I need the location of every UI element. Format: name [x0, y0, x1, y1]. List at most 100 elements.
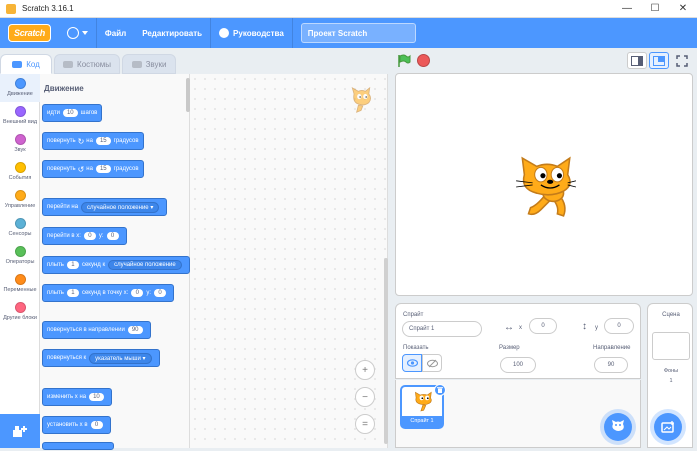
edit-menu[interactable]: Редактировать [134, 18, 210, 48]
normal-stage-button[interactable] [649, 52, 669, 69]
block-input[interactable]: 0 [90, 421, 103, 429]
minimize-button[interactable]: — [613, 0, 641, 18]
block-move-steps[interactable]: идти 10 шагов [42, 104, 103, 122]
project-title-input[interactable]: Проект Scratch [300, 23, 416, 43]
block-glide-xy[interactable]: плыть 1 секунд в точку x: 0 y: 0 [42, 284, 175, 302]
zoom-reset-button[interactable]: = [355, 414, 375, 434]
block-glide-to[interactable]: плыть 1 секунд к случайное положение [42, 256, 190, 274]
block-turn-right[interactable]: повернуть ↻ на 15 градусов [42, 132, 144, 150]
brush-icon [63, 60, 74, 68]
block-set-x[interactable]: установить x в 0 [42, 416, 111, 434]
small-stage-button[interactable] [627, 52, 647, 69]
green-flag-icon [398, 54, 411, 67]
block-input[interactable]: 1 [66, 289, 79, 297]
block-dropdown[interactable]: случайное положение ▾ [81, 201, 160, 213]
sprite-name-input[interactable]: Спрайт 1 [402, 321, 482, 337]
tutorials-menu[interactable]: Руководства [211, 18, 292, 48]
block-input[interactable]: 10 [62, 109, 78, 117]
language-menu[interactable] [59, 18, 96, 48]
direction-label: Направление [593, 345, 631, 351]
tab-code[interactable]: Код [0, 54, 52, 74]
lightbulb-icon [219, 28, 230, 38]
tab-sounds[interactable]: Звуки [122, 54, 176, 74]
tab-costumes[interactable]: Костюмы [54, 54, 120, 74]
block-input[interactable]: 1 [66, 261, 79, 269]
palette-section-title: Движение [44, 84, 84, 93]
rotate-left-icon: ↺ [77, 164, 85, 174]
maximize-button[interactable]: ☐ [641, 0, 669, 18]
block-input[interactable]: 0 [154, 289, 167, 297]
events-dot-icon [14, 162, 26, 173]
show-sprite-button[interactable] [402, 354, 422, 372]
fullscreen-button[interactable] [672, 52, 692, 69]
file-menu[interactable]: Файл [97, 18, 134, 48]
scratch-logo[interactable]: Scratch [8, 24, 51, 42]
category-motion[interactable]: Движение [0, 74, 40, 102]
trash-icon [437, 387, 443, 393]
x-label: x [519, 325, 522, 331]
close-button[interactable]: ✕ [669, 0, 697, 18]
block-input[interactable]: 0 [83, 232, 96, 240]
zoom-out-button[interactable]: − [355, 387, 375, 407]
choose-sprite-button[interactable] [604, 413, 632, 441]
category-operators[interactable]: Операторы [0, 242, 40, 270]
y-label: y [595, 325, 598, 331]
stop-button[interactable] [417, 54, 430, 67]
green-flag-button[interactable] [397, 54, 411, 68]
y-position-input[interactable]: 0 [604, 318, 634, 334]
x-position-input[interactable]: 0 [529, 318, 557, 334]
cat-plus-icon [612, 420, 624, 431]
y-arrow-icon: ↕ [582, 321, 587, 332]
block-input[interactable]: 15 [95, 165, 111, 173]
choose-backdrop-button[interactable] [654, 413, 682, 441]
zoom-reset-icon: = [362, 418, 368, 430]
category-label: Переменные [3, 287, 37, 293]
block-text: на [86, 166, 93, 172]
workspace-scrollbar[interactable] [384, 258, 388, 444]
block-turn-left[interactable]: повернуть ↺ на 15 градусов [42, 160, 144, 178]
block-input[interactable]: 15 [95, 137, 111, 145]
category-sensing[interactable]: Сенсоры [0, 214, 40, 242]
block-text: y: [98, 233, 104, 239]
block-partial[interactable] [42, 442, 114, 450]
sprite-label: Спрайт [403, 312, 424, 318]
add-extension-button[interactable] [0, 414, 40, 448]
size-input[interactable]: 100 [500, 357, 536, 373]
category-variables[interactable]: Переменные [0, 270, 40, 298]
stage-canvas[interactable] [395, 73, 693, 296]
zoom-in-button[interactable]: + [355, 360, 375, 380]
block-dropdown[interactable]: указатель мыши ▾ [89, 352, 152, 364]
cat-sprite[interactable] [514, 154, 576, 220]
category-looks[interactable]: Внешний вид [0, 102, 40, 130]
hide-sprite-button[interactable] [422, 354, 442, 372]
category-label: Операторы [5, 259, 35, 265]
block-point-direction[interactable]: повернуться в направлении 90 [42, 321, 151, 339]
block-input[interactable]: 10 [89, 393, 104, 401]
dropdown-value: случайное положение [87, 204, 149, 211]
block-point-towards[interactable]: повернуться к указатель мыши ▾ [42, 349, 160, 367]
block-goto-xy[interactable]: перейти в x: 0 y: 0 [42, 227, 127, 245]
category-sound[interactable]: Звук [0, 130, 40, 158]
operators-dot-icon [14, 246, 26, 257]
small-stage-icon [631, 55, 643, 66]
block-input[interactable]: 0 [131, 289, 144, 297]
block-text: y: [146, 290, 152, 296]
category-control[interactable]: Управление [0, 186, 40, 214]
block-change-x[interactable]: изменить x на 10 [42, 388, 112, 406]
size-label: Размер [499, 345, 520, 351]
sprite-info-panel: Спрайт Спрайт 1 ↔ x 0 ↕ y 0 Показать Раз… [395, 303, 641, 379]
block-input[interactable]: 90 [127, 326, 143, 334]
chevron-down-icon [81, 31, 88, 35]
category-my-blocks[interactable]: Другие блоки [0, 298, 40, 326]
direction-input[interactable]: 90 [594, 357, 628, 373]
category-events[interactable]: События [0, 158, 40, 186]
category-label: События [8, 175, 32, 181]
show-label: Показать [403, 345, 429, 351]
backdrops-count: 1 [669, 378, 673, 384]
app-icon [6, 3, 16, 14]
block-input[interactable]: 0 [106, 232, 119, 240]
block-goto[interactable]: перейти на случайное положение ▾ [42, 198, 168, 216]
stage-thumbnail[interactable] [652, 332, 690, 360]
delete-sprite-button[interactable] [434, 384, 446, 396]
block-dropdown[interactable]: случайное положение [108, 260, 182, 270]
